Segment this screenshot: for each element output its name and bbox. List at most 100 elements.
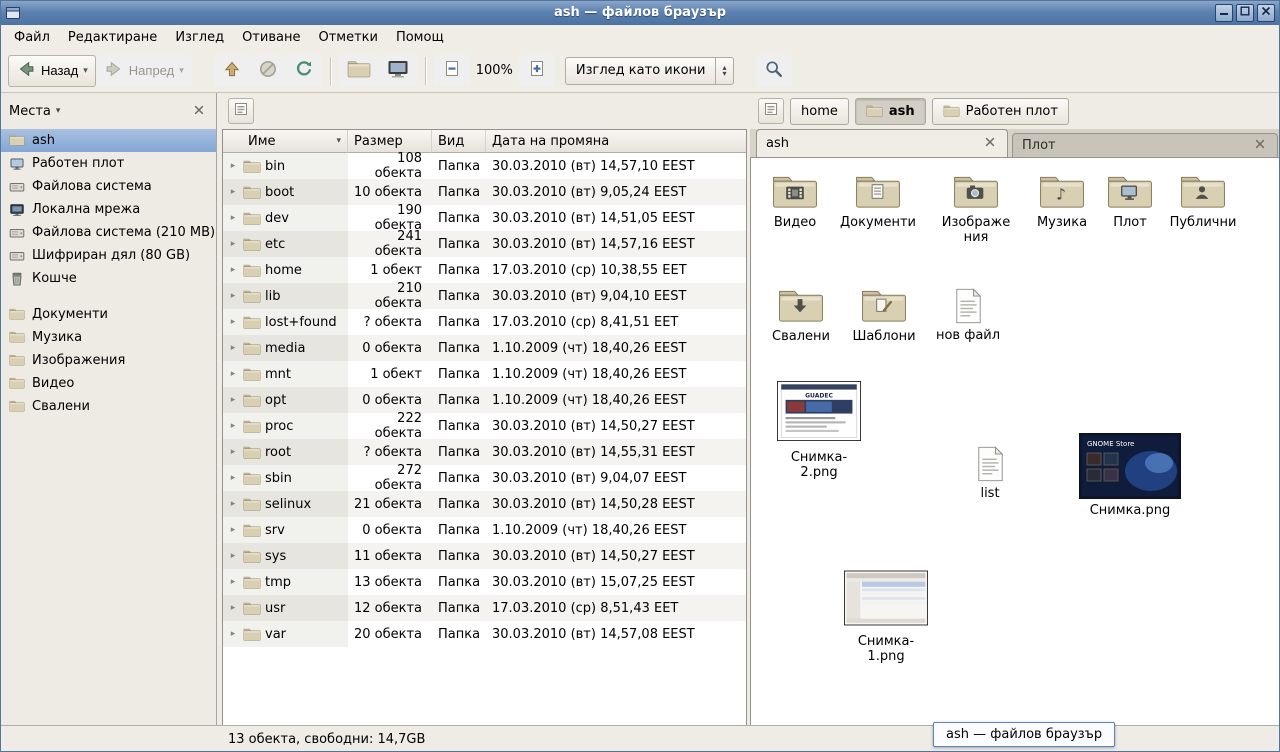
search-button[interactable] (756, 55, 792, 87)
expander-icon[interactable]: ▸ (227, 161, 239, 171)
computer-button[interactable] (379, 55, 417, 87)
table-row[interactable]: ▸sys11 обектаПапка30.03.2010 (вт) 14,50,… (223, 543, 746, 569)
column-header-type[interactable]: Вид (432, 130, 486, 153)
table-row[interactable]: ▸bin108 обектаПапка30.03.2010 (вт) 14,57… (223, 153, 746, 179)
table-row[interactable]: ▸boot10 обектаПапка30.03.2010 (вт) 9,05,… (223, 179, 746, 205)
reload-button[interactable] (286, 55, 322, 87)
sidebar-item[interactable]: Видео (0, 372, 216, 395)
tab-Плот[interactable]: Плот (1012, 133, 1278, 157)
sidebar-item[interactable]: Документи (0, 303, 216, 326)
table-row[interactable]: ▸opt0 обектаПапка1.10.2009 (чт) 18,40,26… (223, 387, 746, 413)
back-button[interactable]: Назад ▾ (8, 55, 96, 87)
icon-view-item[interactable]: GUADECСнимка-2.png (777, 376, 861, 480)
menu-item-5[interactable]: Помощ (387, 27, 453, 48)
expander-icon[interactable]: ▸ (227, 291, 239, 301)
icon-view-item[interactable]: Публични (1161, 172, 1245, 231)
location-toggle-button[interactable] (758, 98, 784, 124)
sidebar-item[interactable]: Свалени (0, 395, 216, 418)
view-mode-select[interactable]: Изглед като икони ▴▾ (565, 57, 734, 85)
sidebar-close-button[interactable] (191, 103, 207, 119)
expander-icon[interactable]: ▸ (227, 369, 239, 379)
table-row[interactable]: ▸root? обектаПапка30.03.2010 (вт) 14,55,… (223, 439, 746, 465)
expander-icon[interactable]: ▸ (227, 499, 239, 509)
table-row[interactable]: ▸usr12 обектаПапка17.03.2010 (ср) 8,51,4… (223, 595, 746, 621)
expander-icon[interactable]: ▸ (227, 395, 239, 405)
zoom-out-button[interactable] (434, 55, 470, 87)
sidebar-title[interactable]: Места (9, 104, 51, 119)
expander-icon[interactable]: ▸ (227, 603, 239, 613)
path-button-Работен плот[interactable]: Работен плот (932, 98, 1069, 125)
table-row[interactable]: ▸tmp13 обектаПапка30.03.2010 (вт) 15,07,… (223, 569, 746, 595)
sidebar-item[interactable]: Работен плот (0, 152, 216, 175)
table-row[interactable]: ▸dev190 обектаПапка30.03.2010 (вт) 14,51… (223, 205, 746, 231)
expander-icon[interactable]: ▸ (227, 447, 239, 457)
column-header-modified[interactable]: Дата на промяна (486, 130, 746, 153)
menu-item-2[interactable]: Изглед (166, 27, 233, 48)
icon-view-item[interactable]: Документи (836, 172, 920, 231)
sidebar-item[interactable]: Шифриран дял (80 GB) (0, 244, 216, 267)
expander-icon[interactable]: ▸ (227, 577, 239, 587)
sidebar-item[interactable]: ash (0, 129, 216, 152)
table-row[interactable]: ▸selinux21 обектаПапка30.03.2010 (вт) 14… (223, 491, 746, 517)
expander-icon[interactable]: ▸ (227, 265, 239, 275)
location-toggle-button[interactable] (228, 98, 254, 124)
menu-item-0[interactable]: Файл (5, 27, 59, 48)
icon-view-item[interactable]: нов файл (926, 288, 1010, 344)
icon-view-item[interactable]: Снимка-1.png (844, 566, 928, 664)
icon-view-item[interactable]: Шаблони (842, 286, 926, 345)
table-row[interactable]: ▸lib210 обектаПапка30.03.2010 (вт) 9,04,… (223, 283, 746, 309)
icon-view-item[interactable]: Плот (1088, 172, 1172, 231)
minimize-button[interactable] (1215, 4, 1233, 22)
stop-button[interactable] (250, 55, 286, 87)
column-header-name[interactable]: Име ▾ (223, 130, 348, 153)
icon-view[interactable]: ВидеоДокументиИзображения♪МузикаПлотПубл… (750, 158, 1280, 725)
icon-view-item[interactable]: GNOME StoreСнимка.png (1075, 433, 1185, 519)
table-row[interactable]: ▸lost+found? обектаПапка17.03.2010 (ср) … (223, 309, 746, 335)
back-history-chevron-icon[interactable]: ▾ (83, 65, 88, 76)
sidebar-item[interactable]: Локална мрежа (0, 198, 216, 221)
menu-item-4[interactable]: Отметки (309, 27, 386, 48)
sidebar-item[interactable]: Кошче (0, 267, 216, 290)
tab-ash[interactable]: ash (756, 129, 1008, 157)
sidebar-item[interactable]: Изображения (0, 349, 216, 372)
expander-icon[interactable]: ▸ (227, 317, 239, 327)
sidebar-dropdown-icon[interactable]: ▾ (56, 106, 61, 116)
expander-icon[interactable]: ▸ (227, 421, 239, 431)
tab-close-button[interactable] (982, 136, 998, 152)
icon-view-item[interactable]: list (948, 446, 1032, 502)
forward-button[interactable]: Напред ▾ (96, 55, 192, 87)
taskbar-window-button[interactable]: ash — файлов браузър (933, 722, 1115, 747)
menu-item-1[interactable]: Редактиране (59, 27, 166, 48)
table-row[interactable]: ▸mnt1 обектПапка1.10.2009 (чт) 18,40,26 … (223, 361, 746, 387)
expander-icon[interactable]: ▸ (227, 525, 239, 535)
path-button-ash[interactable]: ash (855, 98, 926, 125)
sidebar-item[interactable]: Файлова система (210 MB) (0, 221, 216, 244)
forward-history-chevron-icon[interactable]: ▾ (179, 65, 184, 76)
sidebar-item[interactable]: Файлова система (0, 175, 216, 198)
table-row[interactable]: ▸proc222 обектаПапка30.03.2010 (вт) 14,5… (223, 413, 746, 439)
expander-icon[interactable]: ▸ (227, 239, 239, 249)
zoom-in-button[interactable] (519, 55, 555, 87)
titlebar[interactable]: ash — файлов браузър (0, 0, 1280, 25)
expander-icon[interactable]: ▸ (227, 629, 239, 639)
expander-icon[interactable]: ▸ (227, 551, 239, 561)
icon-view-item[interactable]: Видео (753, 172, 837, 231)
table-row[interactable]: ▸media0 обектаПапка1.10.2009 (чт) 18,40,… (223, 335, 746, 361)
expander-icon[interactable]: ▸ (227, 213, 239, 223)
home-button[interactable] (339, 55, 379, 87)
column-header-size[interactable]: Размер (348, 130, 432, 153)
expander-icon[interactable]: ▸ (227, 343, 239, 353)
tab-close-button[interactable] (1252, 138, 1268, 154)
menu-item-3[interactable]: Отиване (233, 27, 309, 48)
path-button-home[interactable]: home (790, 98, 849, 125)
table-row[interactable]: ▸sbin272 обектаПапка30.03.2010 (вт) 9,04… (223, 465, 746, 491)
expander-icon[interactable]: ▸ (227, 473, 239, 483)
close-button[interactable] (1257, 4, 1275, 22)
table-row[interactable]: ▸home1 обектПапка17.03.2010 (ср) 10,38,5… (223, 257, 746, 283)
maximize-button[interactable] (1236, 4, 1254, 22)
up-button[interactable] (214, 55, 250, 87)
table-row[interactable]: ▸etc241 обектаПапка30.03.2010 (вт) 14,57… (223, 231, 746, 257)
icon-view-item[interactable]: Изображения (941, 172, 1011, 245)
table-row[interactable]: ▸srv0 обектаПапка1.10.2009 (чт) 18,40,26… (223, 517, 746, 543)
expander-icon[interactable]: ▸ (227, 187, 239, 197)
